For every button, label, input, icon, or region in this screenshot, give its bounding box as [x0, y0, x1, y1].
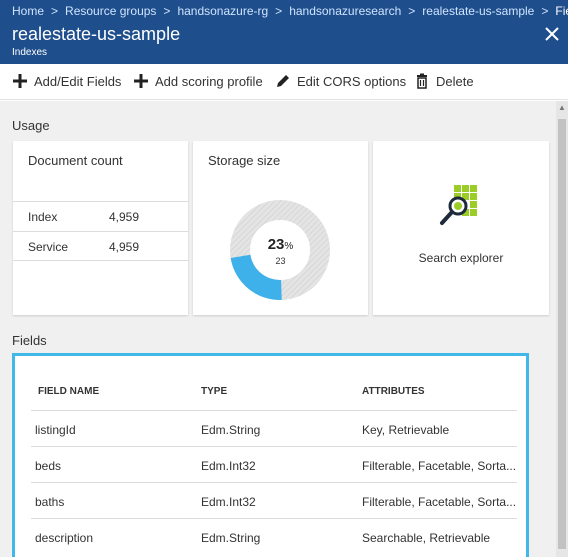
breadcrumb-home[interactable]: Home — [12, 4, 44, 18]
breadcrumb: Home > Resource groups > handsonazure-rg > han… — [12, 4, 568, 18]
table-row[interactable]: baths Edm.Int32 Filterable, Facetable, S… — [31, 482, 517, 518]
field-type-cell: Edm.String — [201, 423, 261, 437]
document-count-row: Service 4,959 — [13, 231, 188, 261]
command-bar: Add/Edit Fields Add scoring profile Edit… — [0, 64, 568, 100]
field-name-cell: baths — [35, 495, 65, 509]
field-name-cell: listingId — [35, 423, 76, 437]
field-attributes-cell: Searchable, Retrievable — [362, 531, 491, 545]
blade-header: Home > Resource groups > handsonazure-rg > han… — [0, 0, 568, 64]
storage-percent-sub: 23 — [275, 256, 286, 266]
page-subtitle: Indexes — [12, 47, 48, 58]
document-count-row-label: Service — [28, 240, 69, 254]
fields-table[interactable]: FIELD NAME TYPE ATTRIBUTES listingId Edm… — [12, 353, 529, 557]
field-type-cell: Edm.Int32 — [201, 459, 256, 473]
document-count-row-value: 4,959 — [109, 240, 140, 254]
field-name-cell: description — [35, 531, 94, 545]
document-count-card: Document count Index 4,959 Service 4,959 — [13, 141, 188, 315]
field-type-cell: Edm.Int32 — [201, 495, 256, 509]
column-header-field-name: FIELD NAME — [38, 386, 100, 397]
search-explorer-tile[interactable]: Search explorer — [373, 141, 549, 315]
vertical-scrollbar[interactable]: ▲ — [556, 101, 568, 557]
table-row[interactable]: listingId Edm.String Key, Retrievable — [31, 410, 517, 446]
breadcrumb-resource-group[interactable]: handsonazure-rg — [177, 4, 268, 18]
blade-content: Usage Document count Index 4,959 Service… — [0, 101, 556, 557]
usage-section-label: Usage — [12, 118, 50, 133]
table-row[interactable]: beds Edm.Int32 Filterable, Facetable, So… — [31, 446, 517, 482]
storage-size-card: Storage size 23% 23 — [193, 141, 368, 315]
edit-cors-label: Edit CORS options — [297, 73, 407, 89]
storage-percent: 23% — [193, 236, 368, 253]
edit-cors-button[interactable]: Edit CORS options — [275, 73, 406, 89]
breadcrumb-search-service[interactable]: handsonazuresearch — [289, 4, 401, 18]
document-count-row-value: 4,959 — [109, 210, 140, 224]
breadcrumb-separator: > — [408, 4, 416, 18]
add-edit-fields-label: Add/Edit Fields — [34, 73, 122, 89]
search-explorer-icon — [440, 185, 477, 225]
field-attributes-cell: Key, Retrievable — [362, 423, 450, 437]
breadcrumb-current: Fields — [555, 4, 568, 18]
scrollbar-thumb[interactable] — [558, 119, 566, 549]
breadcrumb-resource-groups[interactable]: Resource groups — [65, 4, 156, 18]
search-explorer-label: Search explorer — [418, 251, 504, 265]
storage-donut-chart — [230, 200, 330, 300]
trash-icon — [417, 73, 427, 89]
close-icon — [545, 27, 559, 41]
storage-percent-unit: % — [284, 241, 294, 252]
breadcrumb-separator: > — [275, 4, 283, 18]
plus-icon — [134, 74, 148, 88]
field-name-cell: beds — [35, 459, 62, 473]
breadcrumb-separator: > — [541, 4, 549, 18]
add-edit-fields-button[interactable]: Add/Edit Fields — [12, 73, 121, 89]
fields-section-label: Fields — [12, 333, 47, 348]
plus-icon — [13, 74, 27, 88]
field-attributes-cell: Filterable, Facetable, Sorta... — [362, 495, 517, 509]
field-type-cell: Edm.String — [201, 531, 261, 545]
pencil-icon — [277, 75, 289, 87]
delete-label: Delete — [436, 73, 474, 89]
add-scoring-profile-button[interactable]: Add scoring profile — [133, 73, 263, 89]
add-scoring-profile-label: Add scoring profile — [155, 73, 263, 89]
document-count-row: Index 4,959 — [13, 201, 188, 231]
table-row[interactable]: description Edm.String Searchable, Retri… — [31, 518, 517, 554]
column-header-type: TYPE — [201, 386, 228, 397]
storage-percent-value: 23 — [267, 236, 285, 253]
page-title: realestate-us-sample — [12, 24, 181, 44]
document-count-row-label: Index — [28, 210, 58, 224]
document-count-title: Document count — [28, 153, 123, 168]
delete-button[interactable]: Delete — [414, 73, 474, 89]
field-attributes-cell: Filterable, Facetable, Sorta... — [362, 459, 517, 473]
breadcrumb-separator: > — [163, 4, 171, 18]
close-button[interactable] — [544, 26, 560, 42]
breadcrumb-separator: > — [51, 4, 59, 18]
column-header-attributes: ATTRIBUTES — [362, 386, 425, 397]
scroll-up-arrow-icon[interactable]: ▲ — [556, 101, 568, 115]
breadcrumb-index[interactable]: realestate-us-sample — [422, 4, 534, 18]
